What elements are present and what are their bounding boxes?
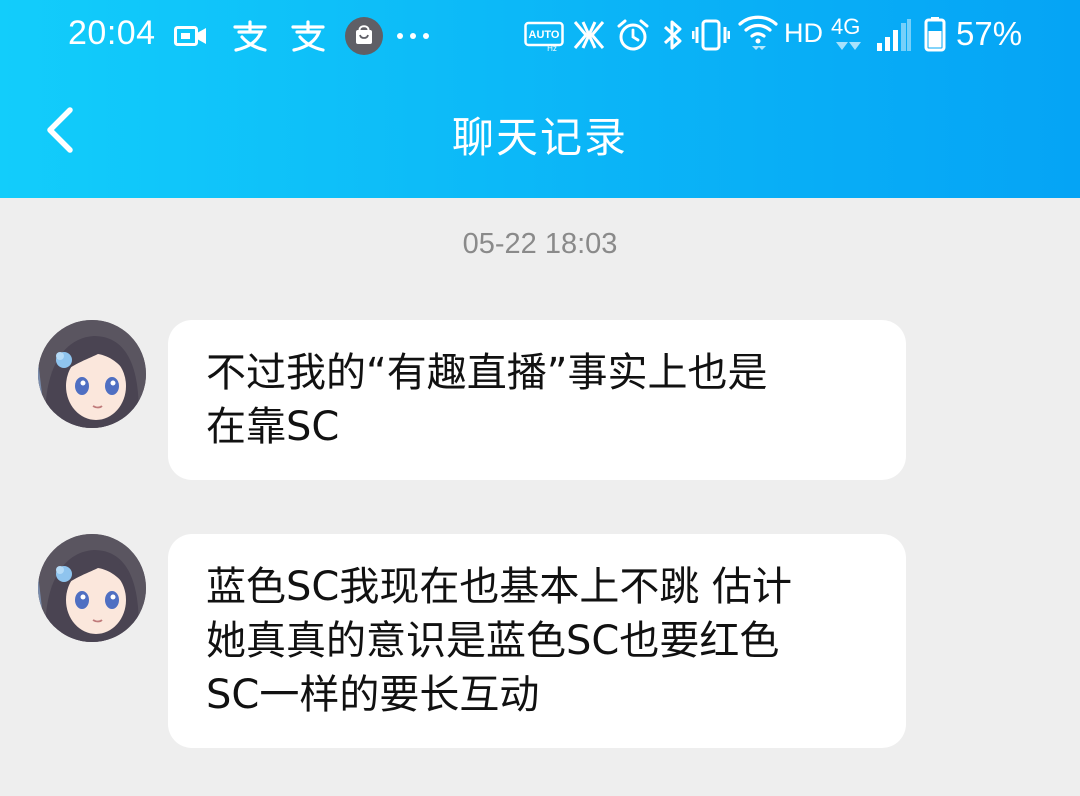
shopping-bag-icon	[345, 17, 383, 55]
data-arrows-icon	[836, 42, 861, 50]
message-bubble[interactable]: 蓝色SC我现在也基本上不跳 估计 她真真的意识是蓝色SC也要红色 SC一样的要长…	[168, 534, 906, 748]
vibrate-icon	[692, 19, 730, 51]
page-title: 聊天记录	[451, 113, 628, 162]
signal-icon	[877, 19, 911, 51]
avatar[interactable]	[38, 320, 146, 428]
status-time: 20:04	[68, 14, 156, 52]
svg-text:AUTO: AUTO	[529, 29, 560, 41]
more-dots-icon	[397, 33, 429, 39]
alipay-icon	[233, 20, 267, 52]
battery-icon	[924, 17, 946, 52]
message-bubble[interactable]: 不过我的“有趣直播”事实上也是 在靠SC	[168, 320, 906, 480]
message-timestamp: 05-22 18:03	[462, 228, 618, 260]
svg-text:Hz: Hz	[547, 44, 557, 52]
battery-percentage: 57%	[956, 15, 1023, 52]
bluetooth-icon	[663, 20, 682, 50]
alarm-icon	[617, 19, 649, 51]
message-line: 蓝色SC我现在也基本上不跳 估计	[206, 564, 793, 610]
app-header: 20:04 AUTO Hz HD 4G 57% 聊天记录	[0, 0, 1080, 198]
video-camera-icon	[174, 26, 206, 46]
status-bar: 20:04 AUTO Hz HD 4G 57%	[0, 0, 1080, 72]
hd-indicator: HD	[784, 18, 823, 48]
network-type: 4G	[831, 14, 861, 39]
anime-girl-avatar-icon	[38, 534, 146, 642]
x-icon	[573, 21, 605, 49]
message-line: 她真真的意识是蓝色SC也要红色	[206, 618, 780, 664]
anime-girl-avatar-icon	[38, 320, 146, 428]
avatar[interactable]	[38, 534, 146, 642]
message-line: 在靠SC	[206, 404, 340, 450]
message-line: SC一样的要长互动	[206, 672, 540, 718]
alipay-icon	[291, 20, 325, 52]
message-line: 不过我的“有趣直播”事实上也是	[206, 350, 768, 396]
auto-hz-icon: AUTO Hz	[524, 21, 564, 52]
wifi-icon	[738, 15, 778, 50]
